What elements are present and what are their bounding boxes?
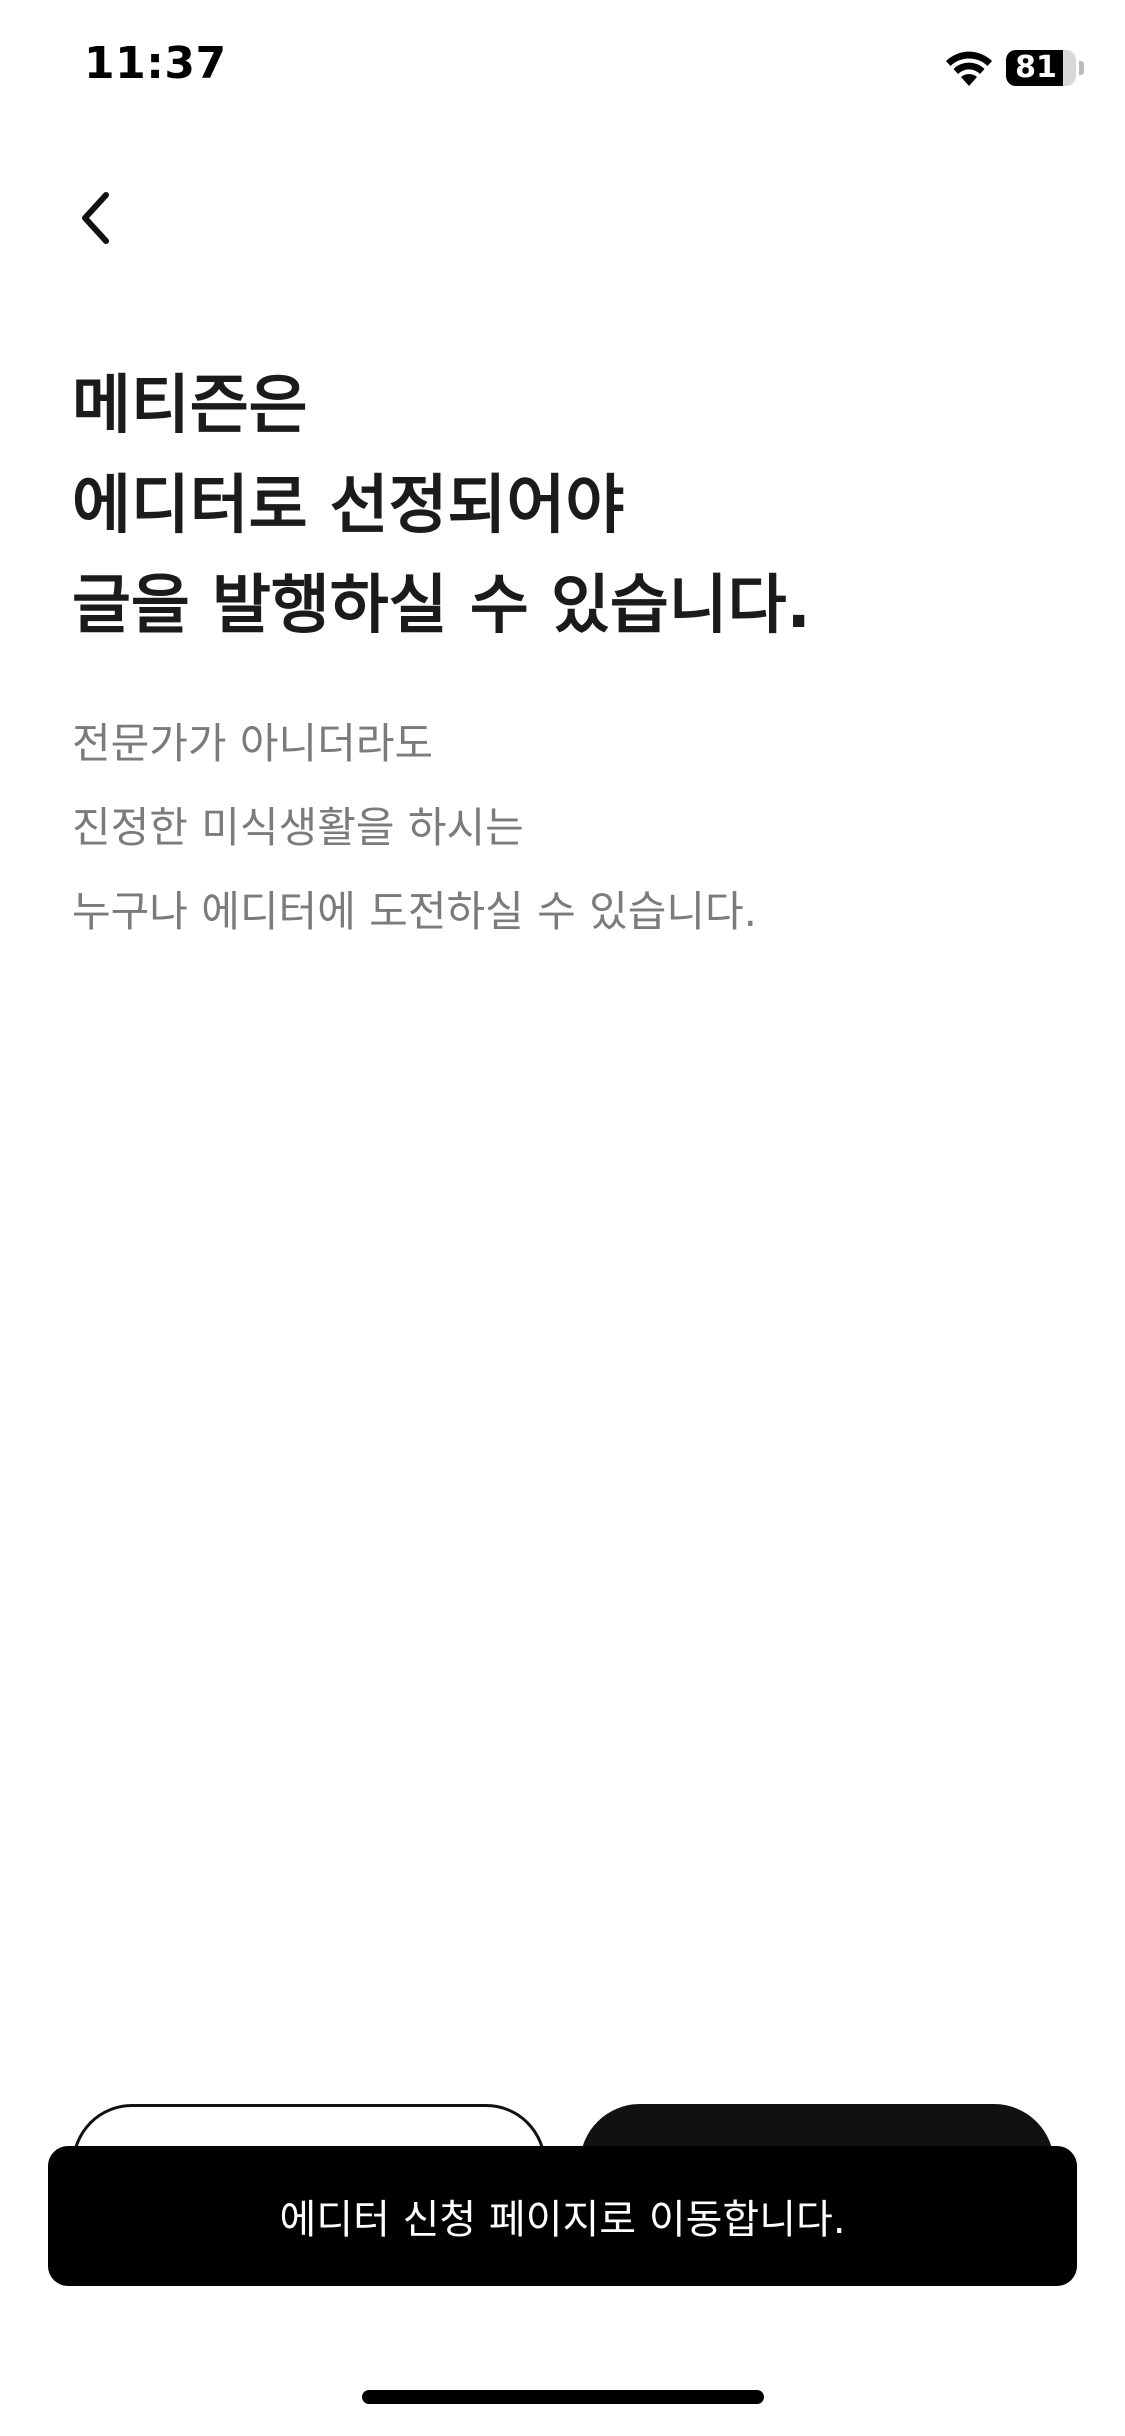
battery-body: 81 — [1006, 50, 1076, 86]
screen: 11:37 81 메티즌은 에디터로 선정되어야 글을 발행하실 수 있습니다.… — [0, 0, 1125, 2436]
description-line: 전문가가 아니더라도 — [72, 719, 434, 768]
status-bar: 11:37 81 — [0, 0, 1125, 140]
title-line: 메티즌은 — [72, 369, 308, 443]
description-line: 누구나 에디터에 도전하실 수 있습니다. — [72, 887, 757, 936]
title-line: 글을 발행하실 수 있습니다. — [72, 569, 811, 643]
toast: 에디터 신청 페이지로 이동합니다. — [48, 2146, 1077, 2286]
wifi-icon — [946, 51, 992, 86]
toast-message: 에디터 신청 페이지로 이동합니다. — [279, 2197, 846, 2243]
home-indicator[interactable] — [362, 2390, 764, 2404]
title-line: 에디터로 선정되어야 — [72, 469, 625, 543]
status-time: 11:37 — [84, 38, 227, 89]
description-line: 진정한 미식생활을 하시는 — [72, 803, 524, 852]
battery-level: 81 — [1015, 50, 1057, 85]
description: 전문가가 아니더라도 진정한 미식생활을 하시는 누구나 에디터에 도전하실 수… — [72, 702, 1072, 954]
chevron-left-icon — [82, 192, 109, 244]
battery-icon: 81 — [1006, 50, 1086, 86]
page-title: 메티즌은 에디터로 선정되어야 글을 발행하실 수 있습니다. — [72, 356, 1072, 656]
back-button[interactable] — [60, 172, 140, 262]
battery-cap — [1079, 61, 1084, 75]
